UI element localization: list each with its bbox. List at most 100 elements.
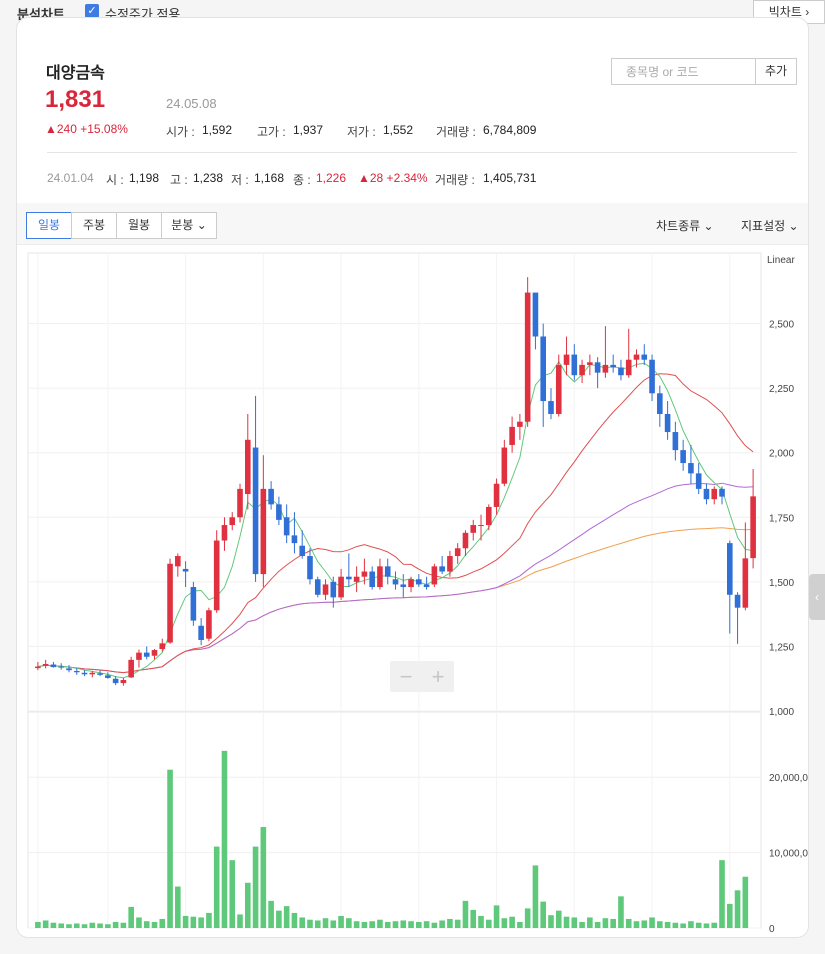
volume-bar <box>384 921 391 928</box>
chevron-right-icon: › <box>805 5 810 19</box>
high-label: 고가 : <box>257 125 286 139</box>
volume-bar <box>439 920 445 928</box>
stock-chart[interactable]: 1,000 1,250 1,500 1,750 2,000 2,250 2,500 Linea… <box>17 245 809 938</box>
candle-body <box>703 488 710 500</box>
volume-bar <box>447 918 453 928</box>
volume-bar <box>198 917 204 928</box>
chevron-down-icon: ⌄ <box>196 218 207 232</box>
candle-body <box>128 659 134 678</box>
candle-body <box>35 666 41 669</box>
zoom-in-button[interactable]: + <box>422 664 454 690</box>
candle-body <box>400 584 407 588</box>
volume-bar <box>555 910 562 928</box>
candle-body <box>571 354 578 376</box>
candle-body <box>493 483 500 507</box>
candle-body <box>112 678 119 684</box>
add-button[interactable]: 추가 <box>755 59 796 84</box>
candle-body <box>664 413 671 433</box>
candle-body <box>229 517 236 526</box>
chart-type-dropdown[interactable]: 차트종류 ⌄ <box>656 217 714 234</box>
tab-daily[interactable]: 일봉 <box>26 212 72 239</box>
volume-bar <box>540 901 547 928</box>
x-tick-label: 04.08 <box>640 936 665 938</box>
volume-bar <box>167 769 173 928</box>
price-panel-frame <box>27 252 762 712</box>
price-tick-label: 1,750 <box>769 513 794 524</box>
candle-body <box>509 426 515 445</box>
volume-bar <box>618 896 624 928</box>
candle-body <box>97 673 103 675</box>
candle-body <box>369 571 375 588</box>
candle-body <box>742 558 749 608</box>
candle-body <box>182 568 189 572</box>
candle-body <box>711 488 718 500</box>
price-tick-label: 1,000 <box>769 707 794 718</box>
candle-body <box>532 292 539 337</box>
candle-body <box>524 292 531 422</box>
candle-body <box>672 432 679 451</box>
hover-date: 24.01.04 <box>47 171 94 185</box>
volume-bar <box>423 921 430 928</box>
volume-bar <box>734 890 741 928</box>
candle-body <box>602 364 609 373</box>
candle-body <box>353 576 360 582</box>
candle-body <box>688 463 694 474</box>
candle-body <box>136 652 142 660</box>
candle-body <box>548 401 554 414</box>
candle-body <box>750 496 756 559</box>
candle-body <box>470 525 477 533</box>
stock-name: 대양금속 <box>46 65 105 82</box>
candle-body <box>338 576 344 598</box>
candle-body <box>439 566 445 572</box>
candle-body <box>346 576 352 580</box>
candle-body <box>633 354 640 360</box>
x-tick-label: 12.08 <box>25 936 50 938</box>
volume-bar <box>252 846 259 928</box>
hover-high-label: 고 : <box>170 173 188 187</box>
volume-bar <box>416 921 422 928</box>
hover-low-label: 저 : <box>231 173 249 187</box>
open-label: 시가 : <box>166 125 195 139</box>
ma5-line <box>37 360 754 679</box>
divider <box>47 152 797 153</box>
tab-monthly[interactable]: 월봉 <box>116 212 162 239</box>
adjusted-price-checkbox[interactable]: ✓ <box>85 4 99 18</box>
candle-body <box>198 625 204 640</box>
volume-bar <box>190 916 197 928</box>
candle-body <box>73 670 80 673</box>
tab-weekly[interactable]: 주봉 <box>71 212 117 239</box>
candle-body <box>540 336 547 402</box>
search-input[interactable] <box>612 59 756 84</box>
x-tick-label: 02.23 <box>406 936 431 938</box>
volume-bar <box>377 919 383 928</box>
volume-bar <box>509 916 515 928</box>
candle-body <box>416 579 422 585</box>
x-tick-label: 12.22 <box>95 936 120 938</box>
volume-bar <box>73 923 80 928</box>
candle-body <box>276 504 282 520</box>
volume-bar <box>726 903 733 928</box>
tab-minute[interactable]: 분봉 ⌄ <box>161 212 217 239</box>
indicator-settings-dropdown[interactable]: 지표설정 ⌄ <box>741 217 799 234</box>
volume-bar <box>159 918 166 928</box>
candle-body <box>478 525 484 527</box>
volume-bar <box>454 919 461 928</box>
volume-bar <box>548 915 554 928</box>
high-value: 1,937 <box>293 123 324 137</box>
ma20-line <box>37 373 754 674</box>
candle-body <box>501 447 508 484</box>
volume-bar <box>470 909 477 928</box>
hover-high: 1,238 <box>193 171 224 185</box>
side-panel-handle[interactable]: ‹ <box>809 574 825 620</box>
volume-bar <box>206 912 212 928</box>
candle-body <box>431 566 438 585</box>
low-label: 저가 : <box>347 125 376 139</box>
volume-bar <box>641 920 648 928</box>
zoom-out-button[interactable]: − <box>390 664 422 690</box>
volume-bar <box>594 921 601 928</box>
volume-bar <box>229 860 236 928</box>
volume-bar <box>299 917 306 928</box>
low-value: 1,552 <box>383 123 414 137</box>
volume-value: 6,784,809 <box>483 123 537 137</box>
candle-body <box>105 675 111 678</box>
